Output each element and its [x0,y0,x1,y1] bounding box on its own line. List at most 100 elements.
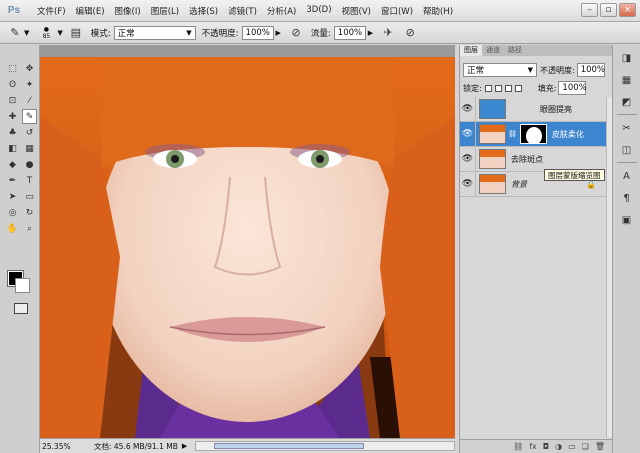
menu-image[interactable]: 图像(I) [110,5,146,17]
layer-name[interactable]: 皮肤柔化 [552,129,584,140]
document-canvas[interactable] [40,45,455,438]
fill-input[interactable]: 100% [558,81,587,95]
airbrush-icon[interactable]: ✈ [379,25,397,41]
lock-pixels-icon[interactable] [494,84,502,92]
restore-button[interactable]: ▫ [600,3,617,17]
clone-stamp-tool-icon[interactable]: ♣ [5,125,20,140]
quick-mask-icon[interactable] [14,303,28,314]
gradient-tool-icon[interactable]: ▦ [22,141,37,156]
lock-transparent-icon[interactable] [484,84,492,92]
brush-panel-toggle-icon[interactable]: ▤ [67,25,85,41]
layer-name[interactable]: 背景 [511,179,527,190]
tab-layers[interactable]: 图层 [460,45,482,56]
flow-input[interactable]: 100% [333,25,366,40]
delete-layer-icon[interactable]: 🗑 [595,442,605,451]
pen-tool-icon[interactable]: ✒ [5,173,20,188]
3d-orbit-tool-icon[interactable]: ↻ [22,205,37,220]
layer-row-eye-brighten[interactable]: 👁 眼圈提亮 [460,96,606,122]
chevron-down-icon[interactable]: ▼ [24,29,29,37]
dodge-tool-icon[interactable]: ● [22,157,37,172]
menu-edit[interactable]: 编辑(E) [71,5,110,17]
chevron-right-icon[interactable]: ▶ [182,442,187,450]
lock-position-icon[interactable] [504,84,512,92]
hand-tool-icon[interactable]: ✋ [5,221,20,236]
mode-select[interactable]: 正常 ▼ [113,25,196,40]
scrollbar-thumb[interactable] [214,443,365,449]
chain-link-icon[interactable]: ⛓ [508,130,517,138]
menu-3d[interactable]: 3D(D) [301,5,336,17]
type-tool-icon[interactable]: T [22,173,37,188]
eye-icon[interactable]: 👁 [460,96,476,122]
zoom-level[interactable]: 25.35% [40,442,71,451]
layer-row-skin-soften[interactable]: 👁 ⛓ 皮肤柔化 [460,121,606,147]
layer-opacity-input[interactable]: 100% [576,63,605,77]
eye-icon[interactable]: 👁 [460,146,476,172]
brushes-panel-icon[interactable]: ▣ [616,211,638,229]
add-mask-icon[interactable]: ◘ [543,442,549,451]
chevron-right-icon[interactable]: ▶ [368,29,373,37]
blur-tool-icon[interactable]: ◆ [5,157,20,172]
masks-panel-icon[interactable]: ◫ [616,141,638,159]
eye-icon[interactable]: 👁 [460,171,476,197]
eye-icon[interactable]: 👁 [460,121,476,147]
close-button[interactable]: × [619,3,636,17]
layer-mask-thumbnail[interactable] [519,124,547,144]
layer-name[interactable]: 眼圈提亮 [540,104,572,115]
quick-select-tool-icon[interactable]: ✦ [22,77,37,92]
link-layers-icon[interactable]: ⛓ [513,442,523,451]
menu-layer[interactable]: 图层(L) [146,5,184,17]
dock-divider [616,162,637,163]
new-layer-icon[interactable]: ❏ [582,442,589,451]
opacity-input[interactable]: 100% [241,25,274,40]
lock-all-icon[interactable] [514,84,522,92]
styles-panel-icon[interactable]: ◩ [616,93,638,111]
shape-tool-icon[interactable]: ▭ [22,189,37,204]
brush-size-picker[interactable]: ● 85 [35,24,57,42]
chevron-down-icon[interactable]: ▼ [57,29,62,37]
horizontal-scrollbar[interactable] [195,441,455,451]
adjustments-panel-icon[interactable]: ✂ [616,119,638,137]
layer-thumbnail [479,149,506,169]
tab-channels[interactable]: 通道 [482,45,504,56]
tab-paths[interactable]: 路径 [504,45,526,56]
eraser-tool-icon[interactable]: ◧ [5,141,20,156]
minimize-button[interactable]: – [581,3,598,17]
brush-size-value: 85 [42,32,51,40]
layer-opacity-label: 不透明度: [540,65,575,75]
background-color-swatch[interactable] [15,278,30,293]
opacity-label: 不透明度: [201,28,239,39]
menu-view[interactable]: 视图(V) [337,5,376,17]
color-panel-icon[interactable]: ◨ [616,49,638,67]
character-panel-icon[interactable]: A [616,167,638,185]
layer-style-icon[interactable]: fx [529,442,537,451]
brush-tool-preset-icon[interactable]: ✎ [6,25,24,41]
menu-analysis[interactable]: 分析(A) [262,5,301,17]
3d-rotate-tool-icon[interactable]: ◎ [5,205,20,220]
eyedropper-tool-icon[interactable]: ⁄ [22,93,37,108]
brush-tool-icon[interactable]: ✎ [22,109,37,124]
new-group-icon[interactable]: ▭ [568,442,576,451]
menu-select[interactable]: 选择(S) [184,5,223,17]
blend-mode-select[interactable]: 正常 ▼ [463,63,537,77]
history-brush-tool-icon[interactable]: ↺ [22,125,37,140]
adjustment-layer-icon[interactable]: ◑ [555,442,562,451]
marquee-tool-icon[interactable]: ⬚ [5,61,20,76]
menu-window[interactable]: 窗口(W) [376,5,418,17]
healing-brush-tool-icon[interactable]: ✚ [5,109,20,124]
paragraph-panel-icon[interactable]: ¶ [616,189,638,207]
zoom-tool-icon[interactable]: ⌕ [22,221,37,236]
mode-label: 模式: [90,28,111,39]
menu-file[interactable]: 文件(F) [32,5,71,17]
move-tool-icon[interactable]: ✥ [22,61,37,76]
pressure-size-icon[interactable]: ⊘ [401,25,419,41]
path-select-tool-icon[interactable]: ➤ [5,189,20,204]
layer-name[interactable]: 去除斑点 [511,154,543,165]
lasso-tool-icon[interactable]: ʘ [5,77,20,92]
swatches-panel-icon[interactable]: ▦ [616,71,638,89]
chevron-right-icon[interactable]: ▶ [276,29,281,37]
lock-label: 锁定: [463,83,482,93]
crop-tool-icon[interactable]: ⊡ [5,93,20,108]
menu-filter[interactable]: 滤镜(T) [223,5,262,17]
pressure-opacity-icon[interactable]: ⊘ [287,25,305,41]
menu-help[interactable]: 帮助(H) [418,5,458,17]
